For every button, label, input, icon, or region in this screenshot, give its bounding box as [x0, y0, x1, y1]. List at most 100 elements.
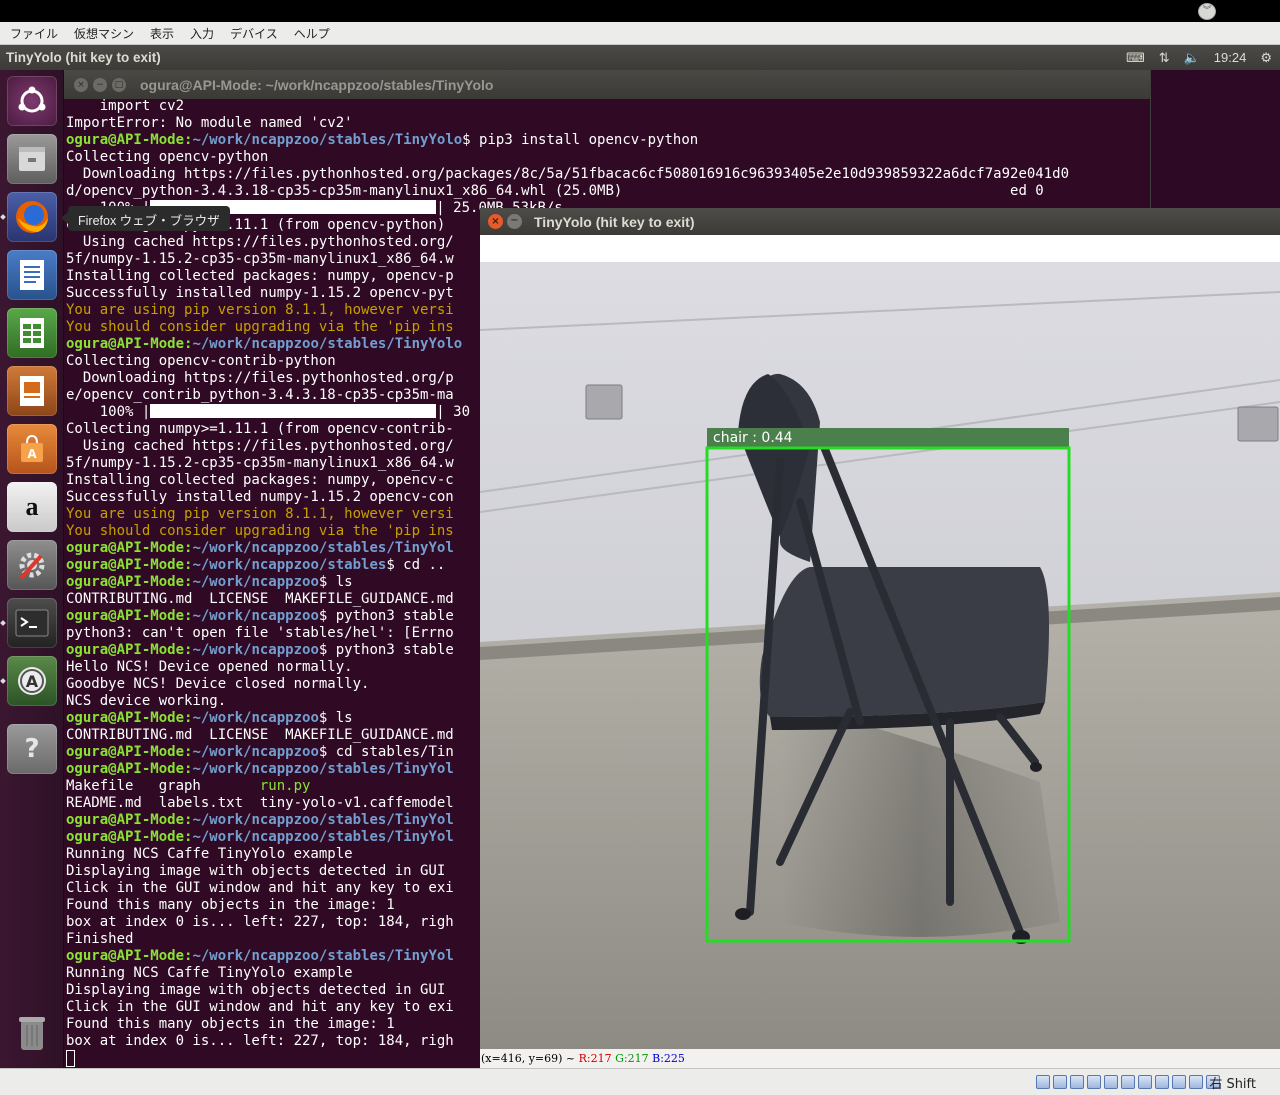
output-text: Using cached https://files.pythonhosted.… [66, 234, 454, 250]
output-text: python3: can't open file 'stables/hel': … [66, 625, 454, 641]
usb-icon[interactable] [1104, 1075, 1118, 1089]
video-capture-icon[interactable] [1155, 1075, 1169, 1089]
tinyyolo-titlebar: × − TinyYolo (hit key to exit) [480, 208, 1280, 235]
running-pip [0, 620, 6, 626]
audio-icon[interactable] [1070, 1075, 1084, 1089]
output-text: Click in the GUI window and hit any key … [66, 880, 454, 896]
output-text: README.md labels.txt tiny-yolo-v1.caffem… [66, 795, 454, 811]
amazon-icon[interactable]: a [7, 482, 57, 532]
prompt-user: ogura@API-Mode [66, 608, 185, 624]
system-settings-icon[interactable] [7, 540, 57, 590]
trash-icon[interactable] [7, 1008, 57, 1058]
indicator-area: ⌨ ⇅ 🔈 19:24 ⚙ [1126, 45, 1272, 70]
maximize-icon[interactable]: □ [112, 77, 126, 92]
close-icon[interactable]: × [488, 214, 503, 229]
close-icon[interactable]: × [74, 77, 88, 92]
status-coords: (x=416, y=69) ~ [481, 1052, 579, 1065]
calc-icon[interactable] [7, 308, 57, 358]
output-text: Running NCS Caffe TinyYolo example [66, 846, 353, 862]
output-text: Goodbye NCS! Device closed normally. [66, 676, 370, 692]
virtualbox-top: ︾ ファイル 仮想マシン 表示 入力 デバイス ヘルプ [0, 0, 1280, 45]
tinyyolo-title: TinyYolo (hit key to exit) [534, 213, 695, 230]
menu-devices[interactable]: デバイス [220, 25, 284, 42]
output-text: Found this many objects in the image: 1 [66, 897, 395, 913]
output-text: Displaying image with objects detected i… [66, 863, 446, 879]
terminal-line: d/opencv_python-3.4.3.18-cp35-cp35m-many… [66, 183, 1148, 200]
prompt-user: ogura@API-Mode [66, 812, 185, 828]
prompt-user: ogura@API-Mode [66, 642, 185, 658]
output-text: Hello NCS! Device opened normally. [66, 659, 353, 675]
mouse-integration-icon[interactable] [1189, 1075, 1203, 1089]
output-text: Displaying image with objects detected i… [66, 982, 446, 998]
minimize-icon[interactable]: − [93, 77, 107, 92]
network-icon[interactable]: ⇅ [1159, 50, 1170, 66]
menu-machine[interactable]: 仮想マシン [64, 25, 140, 42]
status-red: R:217 [578, 1052, 612, 1065]
output-text: Collecting numpy>=1.11.1 (from opencv-co… [66, 421, 454, 437]
cpu-icon[interactable] [1172, 1075, 1186, 1089]
unknown-app-icon[interactable]: ? [7, 724, 57, 774]
menu-view[interactable]: 表示 [140, 25, 180, 42]
command-text: $ cd stables/Tin [318, 744, 454, 760]
prompt-path: ~/work/ncappzoo [192, 574, 319, 590]
minimize-icon[interactable]: − [507, 214, 522, 229]
output-text: Collecting opencv-contrib-python [66, 353, 336, 369]
status-green: G:217 [615, 1052, 649, 1065]
warning-text: You are using pip version 8.1.1, however… [66, 302, 454, 318]
prompt-path: ~/work/ncappzoo [192, 642, 319, 658]
optical-drive-icon[interactable] [1053, 1075, 1067, 1089]
menu-file[interactable]: ファイル [0, 25, 64, 42]
output-text: Running NCS Caffe TinyYolo example [66, 965, 353, 981]
output-text: import cv2 [66, 98, 185, 114]
command-text: $ ls [318, 710, 353, 726]
software-updater-icon[interactable]: A [7, 656, 57, 706]
prompt-user: ogura@API-Mode [66, 540, 185, 556]
shared-folders-icon[interactable] [1121, 1075, 1135, 1089]
prompt-user: ogura@API-Mode [66, 829, 185, 845]
running-pip [0, 214, 6, 220]
tinyyolo-window[interactable]: × − TinyYolo (hit key to exit) chair: 0… [480, 208, 1280, 1068]
prompt-path: ~/work/ncappzoo [192, 608, 319, 624]
volume-icon[interactable]: 🔈 [1184, 50, 1200, 66]
command-text: $ pip3 install opencv-python [462, 132, 699, 148]
output-text: Successfully installed numpy-1.15.2 open… [66, 285, 454, 301]
prompt-user: ogura@API-Mode [66, 336, 185, 352]
output-text: box at index 0 is... left: 227, top: 184… [66, 1033, 454, 1049]
terminal-line: ImportError: No module named 'cv2' [66, 115, 1148, 132]
terminal-icon[interactable] [7, 598, 57, 648]
output-text: d/opencv_python-3.4.3.18-cp35-cp35m-many… [66, 183, 1044, 199]
prompt-user: ogura@API-Mode [66, 132, 185, 148]
network-adapter-icon[interactable] [1087, 1075, 1101, 1089]
display-icon[interactable] [1138, 1075, 1152, 1089]
gear-icon[interactable]: ⚙ [1260, 50, 1272, 66]
keyboard-icon[interactable]: ⌨ [1126, 50, 1145, 66]
hard-disk-icon[interactable] [1036, 1075, 1050, 1089]
output-text: 5f/numpy-1.15.2-cp35-cp35m-manylinux1_x8… [66, 251, 454, 267]
ubuntu-dash-icon[interactable] [7, 76, 57, 126]
prompt-path: ~/work/ncappzoo/stables/TinyYolo [192, 132, 463, 148]
prompt-path: ~/work/ncappzoo [192, 710, 319, 726]
impress-icon[interactable] [7, 366, 57, 416]
output-text: Using cached https://files.pythonhosted.… [66, 438, 454, 454]
software-center-icon[interactable]: A [7, 424, 57, 474]
command-text: $ cd .. [386, 557, 446, 573]
detection-image[interactable]: chair : 0.44 [480, 262, 1280, 1049]
svg-text:A: A [26, 672, 39, 691]
menu-input[interactable]: 入力 [180, 25, 220, 42]
output-text: Installing collected packages: numpy, op… [66, 268, 454, 284]
command-text: $ ls [318, 574, 353, 590]
prompt-path: ~/work/ncappzoo/stables/TinyYolo [192, 336, 463, 352]
files-icon[interactable] [7, 134, 57, 184]
prompt-user: ogura@API-Mode [66, 574, 185, 590]
menu-help[interactable]: ヘルプ [284, 25, 336, 42]
clock[interactable]: 19:24 [1214, 50, 1247, 65]
collapse-icon[interactable]: ︾ [1198, 3, 1216, 20]
writer-icon[interactable] [7, 250, 57, 300]
launcher-tooltip: Firefox ウェブ・ブラウザ [61, 206, 230, 231]
prompt-path: ~/work/ncappzoo [192, 744, 319, 760]
firefox-icon[interactable] [7, 192, 57, 242]
progress-prefix: 100% | [66, 404, 151, 420]
detection-label: chair : 0.44 [713, 430, 793, 446]
terminal-title: ogura@API-Mode: ~/work/ncappzoo/stables/… [140, 76, 494, 93]
host-key-label: 右 Shift [1209, 1077, 1256, 1092]
